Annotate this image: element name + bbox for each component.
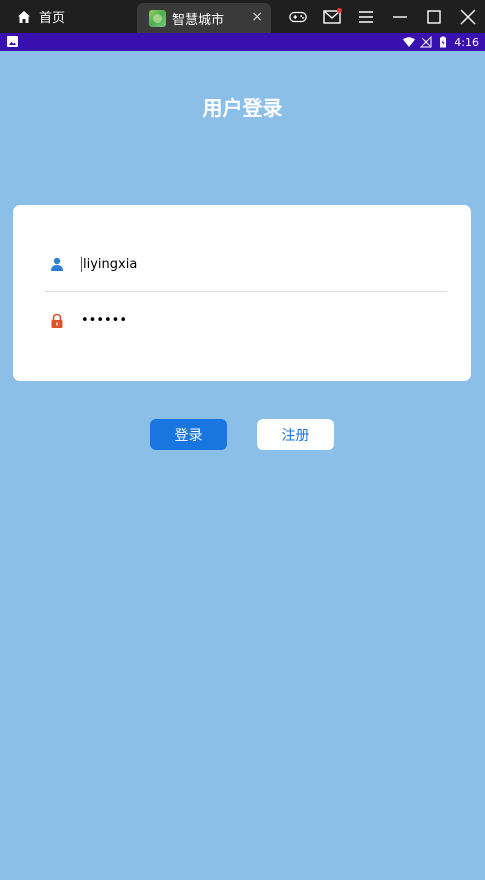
- app-tab[interactable]: 智慧城市 ×: [137, 3, 271, 33]
- battery-icon: [440, 36, 447, 48]
- register-button[interactable]: 注册: [257, 419, 334, 450]
- home-tab-label: 首页: [39, 11, 66, 26]
- login-button[interactable]: 登录: [150, 419, 227, 450]
- close-icon: [460, 9, 476, 24]
- password-row: ••••••: [45, 293, 447, 348]
- maximize-button[interactable]: [417, 0, 451, 33]
- lock-icon: [47, 311, 67, 331]
- wifi-icon: [403, 37, 416, 47]
- notification-dot: [337, 8, 342, 13]
- home-tab[interactable]: 首页: [16, 0, 65, 33]
- close-button[interactable]: [451, 0, 485, 33]
- login-card: liyingxia ••••••: [13, 205, 471, 381]
- minimize-icon: [393, 15, 407, 18]
- gamepad-button[interactable]: [281, 0, 315, 33]
- emulator-title-bar: 首页 智慧城市 ×: [0, 0, 485, 33]
- home-icon: [18, 10, 30, 23]
- status-bar: 4:16: [0, 33, 485, 51]
- maximize-icon: [427, 9, 441, 24]
- app-tab-label: 智慧城市: [172, 12, 225, 28]
- gamepad-icon: [289, 11, 307, 22]
- page-title: 用户登录: [202, 96, 283, 120]
- no-signal-icon: [420, 36, 432, 48]
- menu-button[interactable]: [349, 0, 383, 33]
- image-notification-icon: [7, 36, 18, 47]
- tab-close-icon[interactable]: ×: [251, 9, 263, 25]
- user-icon: [47, 254, 67, 274]
- mail-button[interactable]: [315, 0, 349, 33]
- app-icon: [149, 9, 166, 27]
- status-time: 4:16: [454, 35, 479, 49]
- username-input[interactable]: liyingxia: [81, 256, 411, 272]
- minimize-button[interactable]: [383, 0, 417, 33]
- password-input[interactable]: ••••••: [81, 313, 411, 328]
- menu-icon: [359, 10, 373, 23]
- username-row: liyingxia: [45, 237, 447, 292]
